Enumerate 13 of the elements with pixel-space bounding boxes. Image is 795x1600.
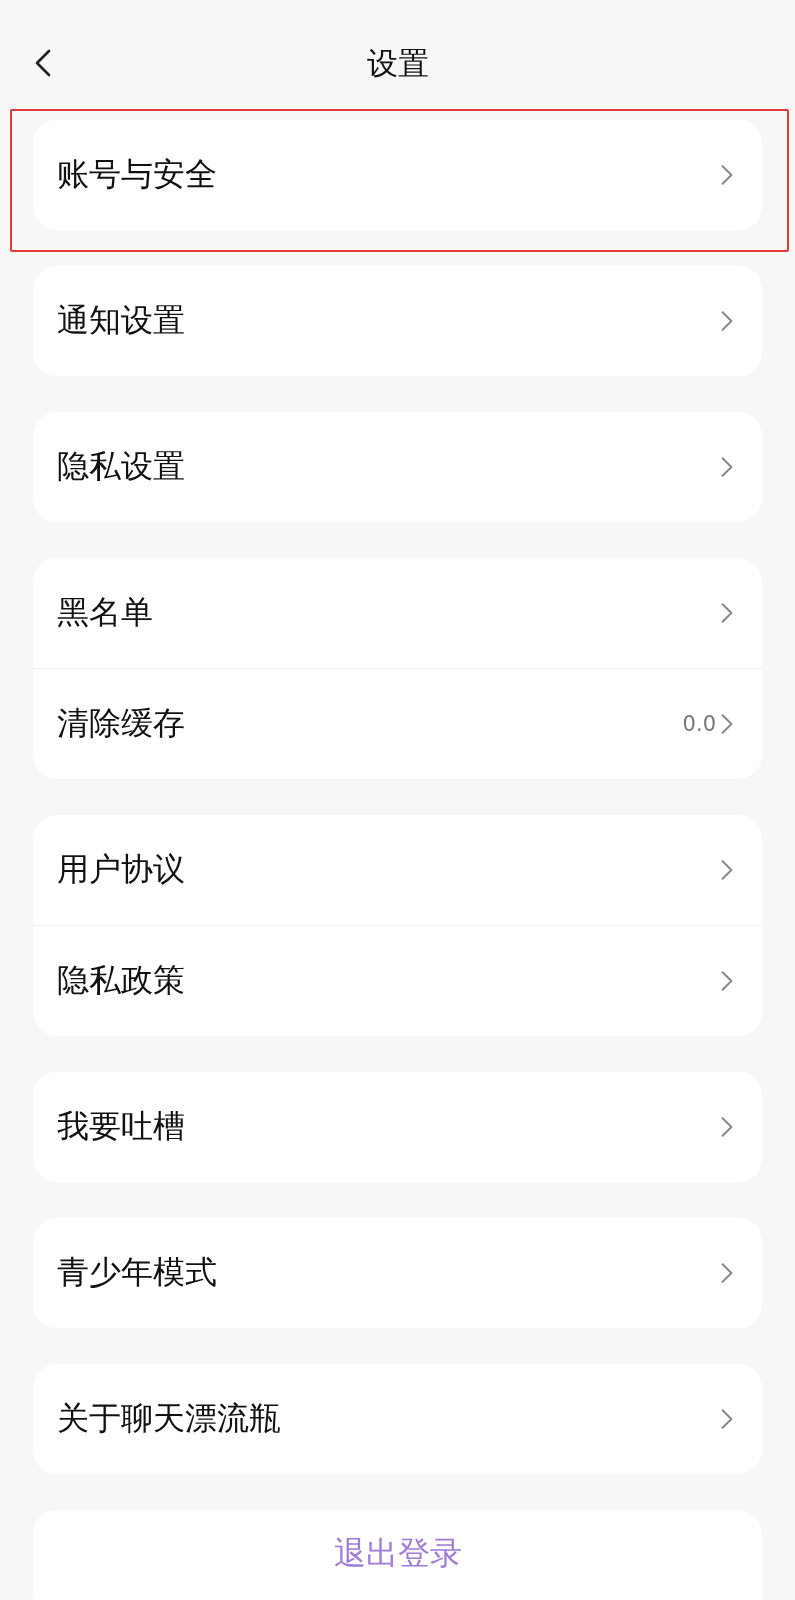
chevron-right-icon [720, 859, 734, 881]
chevron-right-icon [720, 1262, 734, 1284]
chevron-right-icon [720, 1408, 734, 1430]
cache-size: 0.0 [682, 712, 716, 736]
chevron-right-icon [720, 456, 734, 478]
chevron-right-icon [720, 164, 734, 186]
back-icon [34, 48, 52, 78]
chevron-right-icon [720, 310, 734, 332]
chevron-right-icon [720, 713, 734, 735]
chevron-right-icon [720, 970, 734, 992]
chevron-right-icon [720, 602, 734, 624]
page-title: 设置 [366, 44, 429, 83]
chevron-right-icon [720, 1116, 734, 1138]
